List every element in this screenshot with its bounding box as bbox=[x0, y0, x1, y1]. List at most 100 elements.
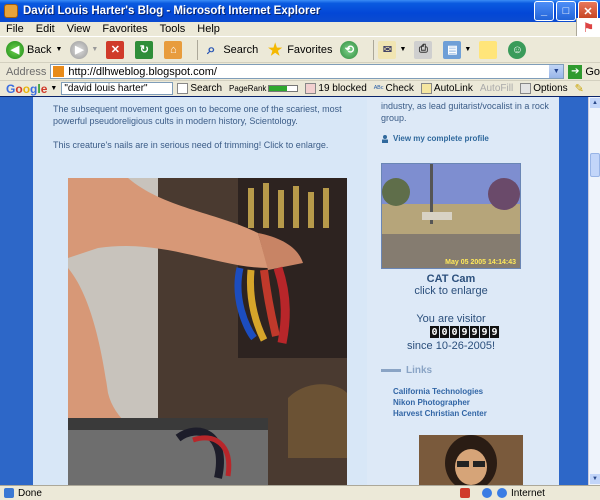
author-photo[interactable] bbox=[419, 435, 523, 485]
page-icon bbox=[53, 66, 65, 77]
globe-icon bbox=[497, 488, 507, 498]
options-icon bbox=[520, 83, 532, 94]
menu-tools[interactable]: Tools bbox=[160, 23, 186, 35]
spellcheck-button[interactable]: ᴬᴮᶜ Check bbox=[374, 83, 414, 94]
counter-digit: 0 bbox=[430, 326, 439, 338]
page-viewport[interactable]: The subsequent movement goes on to becom… bbox=[0, 97, 588, 485]
mail-icon: ✉ bbox=[378, 40, 397, 59]
autofill-button[interactable]: AutoFill bbox=[480, 83, 513, 94]
cat-cam-subtitle[interactable]: click to enlarge bbox=[381, 285, 521, 297]
back-button[interactable]: ◀ Back ▼ bbox=[6, 40, 62, 59]
status-bar: Done Internet bbox=[0, 485, 600, 500]
post-photo[interactable] bbox=[68, 178, 347, 485]
options-button[interactable]: Options bbox=[520, 83, 568, 94]
vertical-scrollbar[interactable]: ▲ ▼ bbox=[588, 97, 600, 485]
check-label: Check bbox=[385, 83, 414, 94]
popup-blocker-button[interactable]: 19 blocked bbox=[305, 83, 367, 94]
cat-cam-title[interactable]: CAT Cam bbox=[381, 273, 521, 285]
refresh-button[interactable]: ↻ bbox=[135, 40, 156, 59]
google-query: "david louis harter" bbox=[64, 83, 148, 94]
counter-digit: 9 bbox=[470, 326, 479, 338]
forward-button[interactable]: ▶ ▼ bbox=[70, 40, 98, 59]
menu-view[interactable]: View bbox=[67, 23, 91, 35]
popup-status-icon[interactable] bbox=[460, 488, 470, 498]
home-icon: ⌂ bbox=[164, 40, 183, 59]
right-border bbox=[559, 97, 588, 485]
note-icon bbox=[479, 40, 498, 59]
google-search-button[interactable]: Search bbox=[177, 83, 222, 94]
address-dropdown-icon[interactable]: ▼ bbox=[549, 65, 564, 78]
messenger-button[interactable]: ☺ bbox=[508, 40, 529, 59]
visitor-counter: 0 0 0 9 9 9 9 bbox=[430, 326, 499, 338]
highlight-button[interactable]: ✎ bbox=[575, 82, 584, 95]
scroll-down-icon[interactable]: ▼ bbox=[590, 474, 600, 484]
pencil-icon: ✎ bbox=[574, 83, 584, 95]
autolink-icon bbox=[420, 83, 432, 94]
menu-bar: File Edit View Favorites Tools Help ⚑ bbox=[0, 18, 600, 38]
autolink-button[interactable]: AutoLink bbox=[420, 83, 473, 94]
cat-cam-image[interactable]: May 05 2005 14:14:43 bbox=[381, 163, 521, 269]
security-status-icon bbox=[482, 488, 492, 498]
go-label: Go bbox=[585, 65, 600, 78]
edit-button[interactable]: ▤ ▼ bbox=[443, 40, 471, 59]
link-item[interactable]: Nikon Photographer bbox=[393, 398, 487, 407]
edit-dropdown-icon[interactable]: ▼ bbox=[464, 46, 471, 53]
profile-person-icon bbox=[382, 134, 388, 143]
stop-button[interactable]: ✕ bbox=[106, 40, 127, 59]
popup-blocked-icon bbox=[305, 83, 317, 94]
links-heading-label: Links bbox=[406, 365, 433, 376]
address-bar: Address http://dlhweblog.blogspot.com/ ▼… bbox=[0, 62, 600, 80]
google-menu-dropdown-icon[interactable]: ▼ bbox=[50, 85, 57, 92]
blog-post: The subsequent movement goes on to becom… bbox=[33, 97, 367, 485]
pagerank-indicator[interactable]: PageRank bbox=[229, 84, 299, 93]
menu-file[interactable]: File bbox=[6, 23, 24, 35]
google-g-icon bbox=[177, 83, 189, 94]
link-item[interactable]: Harvest Christian Center bbox=[393, 409, 487, 418]
author-photo-drawing bbox=[419, 435, 523, 485]
history-icon: ⟲ bbox=[340, 40, 359, 59]
go-button[interactable]: ➔ Go bbox=[568, 64, 600, 79]
go-arrow-icon: ➔ bbox=[568, 64, 583, 79]
history-button[interactable]: ⟲ bbox=[340, 40, 361, 59]
menu-edit[interactable]: Edit bbox=[36, 23, 55, 35]
back-dropdown-icon[interactable]: ▼ bbox=[55, 46, 62, 53]
print-button[interactable]: ⎙ bbox=[414, 40, 435, 59]
pagerank-bar bbox=[268, 85, 299, 92]
google-logo[interactable]: Google bbox=[6, 82, 47, 96]
forward-dropdown-icon[interactable]: ▼ bbox=[91, 46, 98, 53]
messenger-icon: ☺ bbox=[508, 40, 527, 59]
post-paragraph: This creature's nails are in serious nee… bbox=[53, 140, 329, 150]
left-border bbox=[0, 97, 33, 485]
maximize-button[interactable]: □ bbox=[556, 1, 576, 21]
view-profile-link[interactable]: View my complete profile bbox=[381, 134, 559, 143]
address-url: http://dlhweblog.blogspot.com/ bbox=[68, 65, 217, 78]
edit-page-icon: ▤ bbox=[443, 40, 462, 59]
mail-dropdown-icon[interactable]: ▼ bbox=[399, 46, 406, 53]
back-label: Back bbox=[27, 43, 52, 56]
scroll-thumb[interactable] bbox=[590, 153, 600, 177]
menu-help[interactable]: Help bbox=[197, 23, 220, 35]
page-done-icon bbox=[4, 488, 14, 498]
discuss-button[interactable] bbox=[479, 40, 500, 59]
minimize-button[interactable]: _ bbox=[534, 1, 554, 21]
spellcheck-icon: ᴬᴮᶜ bbox=[373, 84, 384, 93]
link-item[interactable]: California Technologies bbox=[393, 387, 487, 396]
security-zone: Internet bbox=[497, 488, 545, 499]
search-button[interactable]: ⌕ Search bbox=[202, 41, 258, 59]
favorites-label: Favorites bbox=[287, 43, 333, 56]
mail-button[interactable]: ✉ ▼ bbox=[378, 40, 406, 59]
google-search-input[interactable]: "david louis harter" bbox=[61, 82, 174, 95]
google-toolbar: Google ▼ "david louis harter" Search Pag… bbox=[0, 80, 600, 96]
favorites-button[interactable]: ★ Favorites bbox=[266, 41, 332, 59]
home-button[interactable]: ⌂ bbox=[164, 40, 185, 59]
pagerank-label: PageRank bbox=[229, 84, 267, 93]
menu-favorites[interactable]: Favorites bbox=[102, 23, 147, 35]
google-search-label: Search bbox=[190, 83, 223, 94]
scroll-up-icon[interactable]: ▲ bbox=[590, 98, 600, 108]
address-input[interactable]: http://dlhweblog.blogspot.com/ ▼ bbox=[50, 64, 565, 79]
status-done: Done bbox=[4, 488, 42, 499]
autofill-label: AutoFill bbox=[479, 83, 514, 94]
profile-link-label: View my complete profile bbox=[393, 134, 489, 143]
search-label: Search bbox=[223, 43, 259, 56]
ie-icon bbox=[4, 4, 18, 18]
